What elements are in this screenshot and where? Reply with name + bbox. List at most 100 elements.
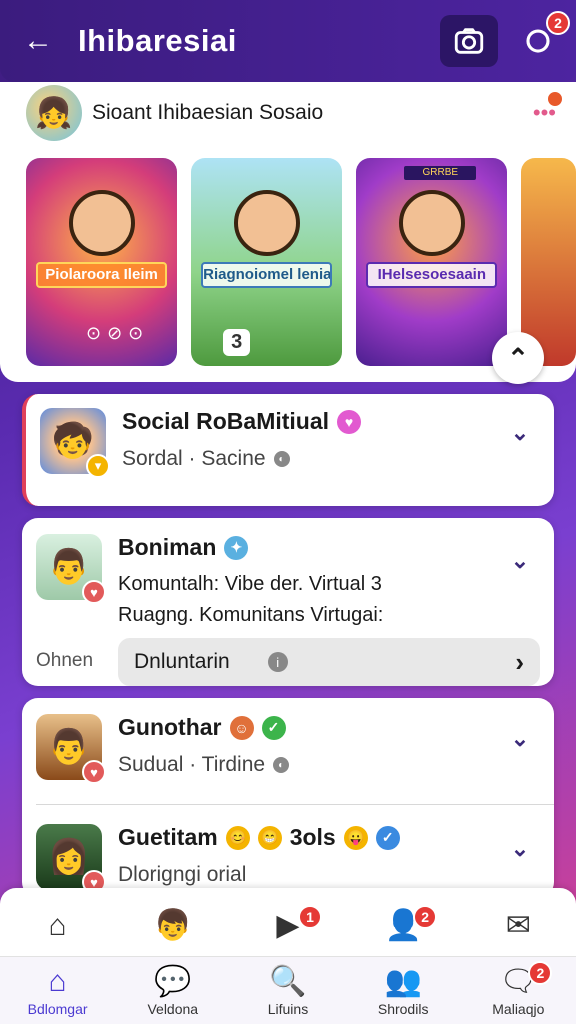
- community-name: Sioant Ihibaesian Sosaio: [92, 101, 324, 124]
- status-label: Ohnen: [36, 650, 94, 671]
- nav-item[interactable]: 🔍 Lifuins: [240, 965, 336, 1017]
- divider: [36, 804, 554, 805]
- community-card: 👧 Sioant Ihibaesian Sosaio ••• Piolaroor…: [0, 82, 576, 384]
- post-title: Boniman: [118, 534, 217, 560]
- banner-count: 3: [223, 329, 251, 356]
- avatar[interactable]: 👩 ♥: [36, 824, 106, 894]
- nav-item[interactable]: 👥 Shrodils: [355, 965, 451, 1017]
- post-body-line: Ruagng. Komunitans Virtugai:: [118, 604, 384, 626]
- nav-item[interactable]: 💬 Veldona: [125, 965, 221, 1017]
- reaction-icon: ☺: [229, 715, 254, 740]
- nav-item[interactable]: ▶ 1: [240, 905, 336, 943]
- mail-icon: ✉: [505, 909, 531, 942]
- post-title: Gunothar: [118, 714, 222, 740]
- heart-badge-icon: ♥: [82, 760, 106, 784]
- info-icon: ◐: [273, 451, 290, 467]
- expand-icon[interactable]: ⌄: [500, 548, 540, 574]
- nav-row-primary: ⌂ 👦 ▶ 1 👤 2 ✉: [0, 900, 576, 952]
- video-play-icon: ▶: [276, 909, 300, 942]
- post-subtitle: Sordal · Sacine: [122, 447, 266, 470]
- camera-button[interactable]: [440, 15, 498, 67]
- reply-input[interactable]: Dnluntarin i ›: [118, 638, 540, 686]
- character-face-icon: [68, 190, 135, 256]
- back-arrow-icon: ←: [23, 24, 53, 57]
- banner-tag: GRRBE: [404, 166, 477, 180]
- community-avatar[interactable]: 👧: [26, 85, 82, 141]
- nav-label: Shrodils: [377, 1000, 429, 1017]
- post-row: 👨 ♥ Boniman ✦ Komuntalh: Vibe der. Virtua…: [36, 534, 540, 627]
- expand-icon[interactable]: ⌄: [500, 836, 540, 862]
- info-icon: ◐: [273, 757, 290, 773]
- nav-label: Veldona: [147, 1000, 199, 1017]
- media-controls-icon: ⊙⊘⊙: [86, 323, 150, 343]
- check-icon: ✓: [261, 715, 286, 740]
- character-face-icon: [398, 190, 465, 256]
- avatar[interactable]: 👨 ♥: [36, 534, 106, 604]
- banner-card[interactable]: Riagnoiomel lenia 3: [191, 158, 343, 366]
- search-icon: 🔍: [269, 964, 307, 998]
- back-button[interactable]: ←: [18, 21, 58, 61]
- nav-item[interactable]: ✉: [470, 909, 566, 943]
- verified-badge-icon: ▾: [86, 454, 110, 478]
- post-title-extra: 3ols: [289, 824, 336, 850]
- grin-emoji-icon: 😁: [257, 825, 282, 850]
- nav-label: Bdlomgar: [27, 1000, 88, 1017]
- banner-carousel[interactable]: Piolaroora Ileim ⊙⊘⊙ Riagnoiomel lenia 3…: [26, 158, 576, 366]
- nav-item[interactable]: ⌂: [10, 909, 106, 943]
- post-card[interactable]: 👨 ♥ Boniman ✦ Komuntalh: Vibe der. Virtua…: [22, 518, 554, 686]
- banner-card[interactable]: GRRBE IHelsesoesaain: [356, 158, 508, 366]
- home-icon: ⌂: [48, 909, 67, 942]
- banner-card[interactable]: Piolaroora Ileim ⊙⊘⊙: [26, 158, 178, 366]
- notifications-button[interactable]: 2: [518, 11, 570, 61]
- status-icon: ✦: [224, 535, 249, 560]
- verified-icon: ✓: [375, 825, 400, 850]
- heart-badge-icon: ♥: [82, 580, 106, 604]
- camera-icon: [454, 28, 484, 54]
- banner-label: Riagnoiomel lenia: [201, 262, 333, 288]
- chevron-up-icon: ⌃: [507, 342, 529, 373]
- profile-avatar-icon: 👦: [154, 909, 192, 942]
- chat-icon: 💬: [154, 964, 192, 998]
- smile-emoji-icon: 😊: [225, 825, 250, 850]
- friends-icon: 👥: [384, 964, 422, 998]
- post-row: 👩 ♥ Guetitam 😊 😁 3ols 😛 ✓ Dlorigngi oria…: [36, 824, 540, 894]
- chevron-right-icon[interactable]: ›: [515, 647, 524, 678]
- info-icon: i: [267, 652, 288, 672]
- post-body-line: Komuntalh: Vibe der. Virtual 3: [118, 573, 382, 595]
- nav-item[interactable]: 🗨 Maliaqjo 2: [470, 960, 566, 1017]
- app-title: Ihibaresiai: [78, 23, 237, 58]
- heart-icon: ♥: [337, 409, 362, 434]
- nav-badge: 1: [297, 905, 322, 929]
- tongue-emoji-icon: 😛: [343, 825, 368, 850]
- nav-item[interactable]: 👤 2: [355, 905, 451, 943]
- nav-badge: 2: [413, 905, 438, 929]
- more-options-icon[interactable]: •••: [533, 90, 564, 126]
- nav-item[interactable]: 👦: [125, 909, 221, 943]
- reply-placeholder: Dnluntarin: [134, 650, 230, 673]
- post-title: Social RoBaMitiual: [122, 408, 330, 434]
- post-card[interactable]: 👨 ♥ Gunothar ☺ ✓ Sudual · Tirdine ◐ ⌄ 👩 ♥…: [22, 698, 554, 898]
- nav-label: Maliaqjo: [492, 1000, 545, 1017]
- post-card[interactable]: 🧒 ▾ Social RoBaMitiual ♥ Sordal · Sacine ◐…: [22, 394, 554, 506]
- post-subtitle: Sudual · Tirdine: [118, 753, 266, 776]
- avatar[interactable]: 🧒 ▾: [40, 408, 110, 478]
- collapse-button[interactable]: ⌃: [492, 332, 544, 384]
- post-row: 👨 ♥ Gunothar ☺ ✓ Sudual · Tirdine ◐ ⌄: [36, 714, 540, 784]
- community-header: 👧 Sioant Ihibaesian Sosaio •••: [26, 84, 564, 142]
- post-subtitle: Dlorigngi orial: [118, 863, 247, 886]
- character-face-icon: [233, 190, 300, 256]
- top-bar: ← Ihibaresiai 2: [0, 0, 576, 82]
- avatar[interactable]: 👨 ♥: [36, 714, 106, 784]
- expand-icon[interactable]: ⌄: [500, 726, 540, 752]
- expand-icon[interactable]: ⌄: [500, 420, 540, 446]
- nav-badge: 2: [528, 960, 553, 985]
- banner-label: IHelsesoesaain: [366, 262, 498, 288]
- notification-badge: 2: [546, 11, 570, 35]
- post-row: 🧒 ▾ Social RoBaMitiual ♥ Sordal · Sacine ◐…: [40, 408, 540, 478]
- nav-item[interactable]: ⌂ Bdlomgar: [10, 965, 106, 1017]
- nav-row-secondary: ⌂ Bdlomgar 💬 Veldona 🔍 Lifuins 👥 Shrodils 🗨 Malia…: [0, 956, 576, 1024]
- post-title: Guetitam: [118, 824, 218, 850]
- bottom-navigation: ⌂ 👦 ▶ 1 👤 2 ✉ ⌂ Bdlomgar 💬 Veldona 🔍 Lifuins 👥 Shrodi…: [0, 888, 576, 1024]
- home-icon: ⌂: [48, 964, 67, 998]
- banner-label: Piolaroora Ileim: [36, 262, 168, 288]
